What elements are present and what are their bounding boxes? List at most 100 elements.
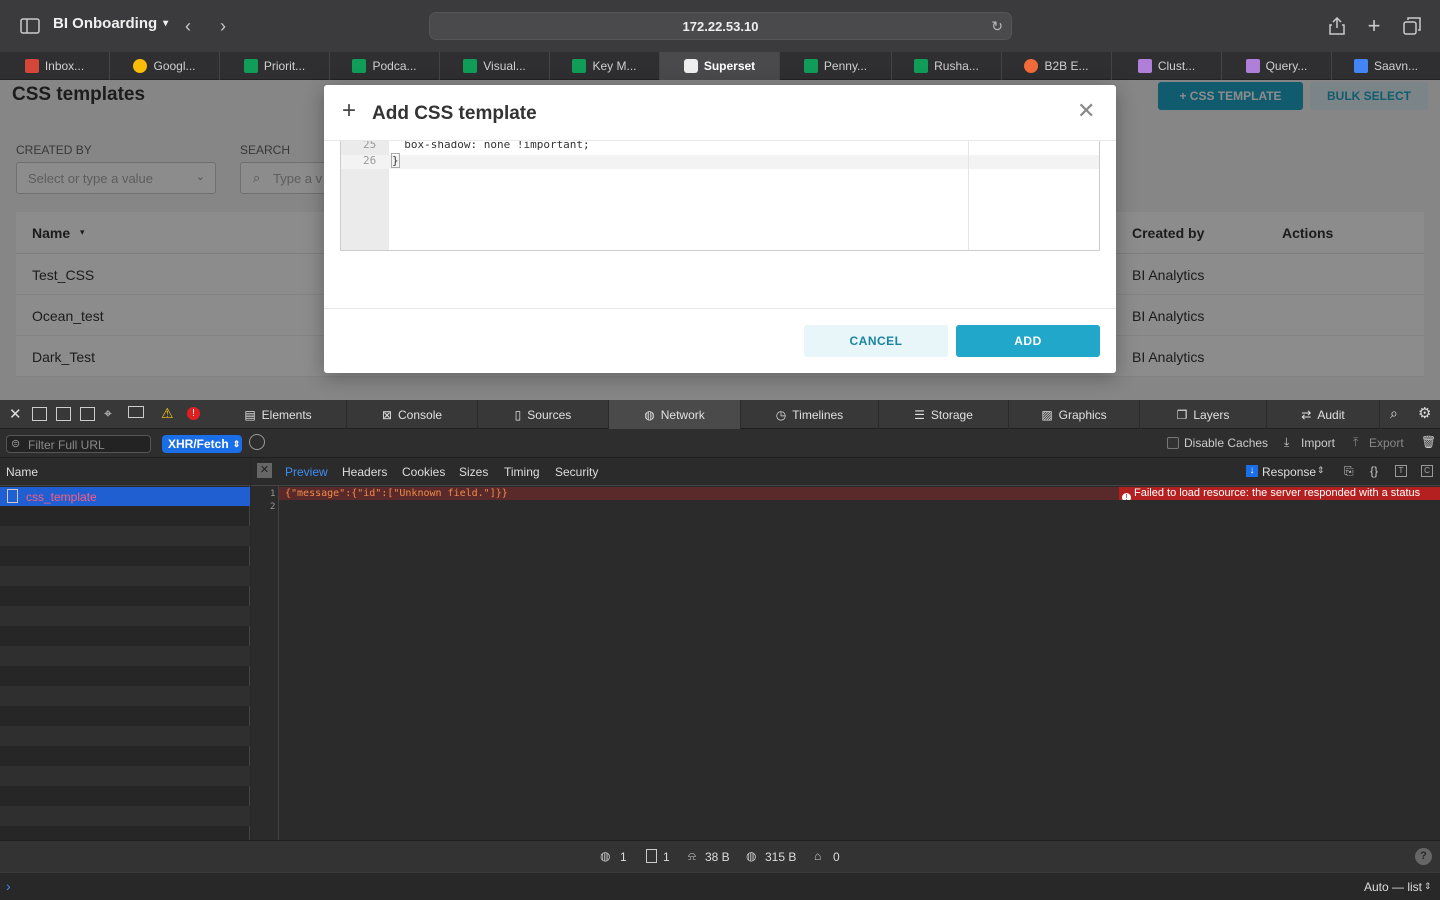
copy-icon[interactable]: ⎘ [1344, 464, 1354, 479]
tab-timing[interactable]: Timing [504, 465, 540, 479]
line-number: 2 [270, 502, 276, 512]
close-detail-icon[interactable]: ✕ [257, 463, 272, 478]
tab-network[interactable]: ◍ Network [609, 400, 741, 429]
download-icon[interactable]: ↓ [1246, 465, 1258, 477]
gear-icon[interactable]: ⚙ [1418, 404, 1431, 422]
console-prompt[interactable]: › Auto — list ⇕ [0, 872, 1440, 900]
tab-sizes[interactable]: Sizes [459, 465, 488, 479]
filter-icon: ⊜ [11, 438, 21, 450]
tab-label: Inbox... [44, 59, 85, 73]
disable-caches-label: Disable Caches [1184, 436, 1269, 450]
tab-sources[interactable]: ▯ Sources [478, 400, 609, 429]
tab-label: B2B E... [1044, 59, 1089, 73]
sidebar-toggle-icon[interactable] [18, 14, 42, 38]
warning-icon[interactable]: ⚠ [161, 405, 174, 422]
browser-tab[interactable]: Priorit... [220, 52, 330, 80]
tab-storage[interactable]: ☰ Storage [879, 400, 1009, 429]
type-filter-select[interactable]: XHR/Fetch ⇕ [162, 435, 242, 453]
disable-caches-checkbox[interactable] [1167, 437, 1179, 449]
close-icon[interactable]: ✕ [1077, 100, 1095, 122]
tab-graphics[interactable]: ▨ Graphics [1009, 400, 1140, 429]
response-selector[interactable]: Response [1262, 465, 1316, 479]
address-bar[interactable]: 172.22.53.10 ↻ [429, 12, 1012, 40]
search-icon[interactable]: ⌕ [1390, 405, 1398, 422]
tab-preview[interactable]: Preview [285, 465, 328, 479]
request-row-selected[interactable]: css_template [0, 487, 250, 506]
timelines-icon: ◷ [775, 407, 787, 422]
browser-tab[interactable]: Key M... [550, 52, 660, 80]
tab-timelines[interactable]: ◷ Timelines [741, 400, 879, 429]
modal-header: + Add CSS template ✕ [324, 85, 1116, 141]
error-message: Failed to load resource: the server resp… [1134, 487, 1421, 499]
tab-label: Sources [527, 407, 572, 422]
browser-tab[interactable]: Query... [1222, 52, 1332, 80]
text-icon[interactable]: T [1395, 465, 1407, 477]
browser-tab-active[interactable]: Superset [660, 52, 780, 80]
error-count: 0 [833, 850, 840, 864]
browser-tab[interactable]: Podca... [330, 52, 440, 80]
tab-security[interactable]: Security [555, 465, 598, 479]
import-icon[interactable]: ⤓ [1284, 435, 1289, 450]
browser-tab[interactable]: Penny... [780, 52, 892, 80]
cancel-button[interactable]: CANCEL [804, 325, 948, 357]
import-button[interactable]: Import [1301, 436, 1335, 450]
close-inspector-icon[interactable]: ✕ [9, 405, 22, 423]
browser-tab[interactable]: Googl... [110, 52, 220, 80]
tab-label: Clust... [1157, 59, 1196, 73]
new-tab-icon[interactable]: + [1362, 13, 1386, 38]
browser-tab[interactable]: B2B E... [1002, 52, 1112, 80]
browser-tab[interactable]: Rusha... [892, 52, 1002, 80]
help-icon[interactable]: ? [1415, 848, 1432, 865]
document-icon [646, 849, 657, 863]
tab-cookies[interactable]: Cookies [402, 465, 445, 479]
sources-icon: ▯ [514, 407, 522, 422]
line-number: 1 [270, 489, 276, 499]
export-icon[interactable]: ⤒ [1353, 435, 1358, 450]
storage-icon: ☰ [914, 407, 925, 422]
tab-overview-icon[interactable] [1400, 14, 1424, 38]
tab-elements[interactable]: ▤ Elements [210, 400, 347, 429]
crosshair-icon[interactable]: ⌖ [104, 405, 112, 422]
export-button[interactable]: Export [1369, 436, 1404, 450]
share-icon[interactable] [1325, 14, 1349, 38]
tab-console[interactable]: ⊠ Console [347, 400, 478, 429]
network-icon: ◍ [644, 407, 655, 422]
request-detail: ✕ Preview Headers Cookies Sizes Timing S… [251, 458, 1440, 840]
filter-url-input[interactable]: ⊜ Filter Full URL [6, 435, 151, 453]
code-line: box-shadow: none !important; [391, 141, 590, 151]
tab-label: Graphics [1058, 407, 1107, 422]
device-icon[interactable] [128, 406, 144, 418]
add-button[interactable]: ADD [956, 325, 1100, 357]
tab-label: Visual... [483, 59, 526, 73]
format-icon[interactable]: C [1421, 465, 1433, 477]
dock-right-icon[interactable] [56, 407, 71, 421]
braces-icon[interactable]: {} [1370, 464, 1378, 478]
size-icon: ◍ [746, 849, 757, 863]
undock-icon[interactable] [80, 407, 95, 421]
request-count: 1 [620, 850, 627, 864]
globe-icon: ◍ [600, 849, 611, 863]
reload-icon[interactable]: ↻ [991, 18, 1003, 35]
browser-tab[interactable]: Saavn... [1332, 52, 1440, 80]
b2b-icon [1024, 59, 1039, 73]
browser-tab[interactable]: Clust... [1112, 52, 1222, 80]
tab-layers[interactable]: ❐ Layers [1140, 400, 1267, 429]
trash-icon[interactable]: 🗑 [1421, 435, 1436, 449]
rabbit-icon [1245, 59, 1260, 73]
type-filter-label: XHR/Fetch [168, 437, 229, 451]
filter-options-icon[interactable] [249, 434, 265, 450]
modal-title: Add CSS template [372, 103, 537, 124]
browser-tab[interactable]: Inbox... [0, 52, 110, 80]
profile-switcher[interactable]: BI Onboarding ▾ [53, 15, 168, 32]
tab-label: Query... [1265, 59, 1308, 73]
error-icon[interactable]: ! [187, 407, 200, 420]
console-mode-select[interactable]: Auto — list [1364, 880, 1422, 894]
css-code-editor[interactable]: 25 box-shadow: none !important; 26 } [340, 141, 1100, 251]
tab-audit[interactable]: ⇄ Audit [1267, 400, 1380, 429]
back-icon[interactable]: ‹ [176, 14, 200, 38]
tab-headers[interactable]: Headers [342, 465, 387, 479]
forward-icon[interactable]: › [211, 14, 235, 38]
profile-name: BI Onboarding [53, 15, 158, 32]
browser-tab[interactable]: Visual... [440, 52, 550, 80]
dock-left-icon[interactable] [32, 407, 47, 421]
